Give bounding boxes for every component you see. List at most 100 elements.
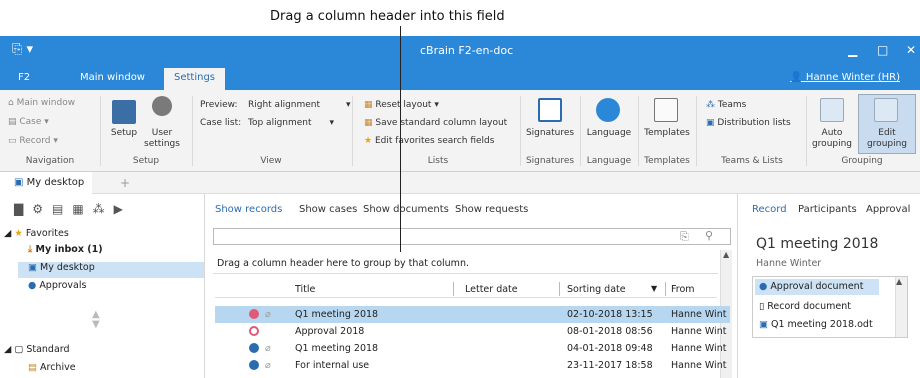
caselist-label: Case list: xyxy=(200,118,242,128)
quick-access-toolbar[interactable]: ⎘ ▾ xyxy=(12,42,33,57)
nav-record[interactable]: ▭ Record ▾ xyxy=(8,136,58,146)
annotation-callout: Drag a column header into this field xyxy=(0,0,920,36)
preview-select[interactable]: Right alignment ▾ xyxy=(248,100,351,110)
row-sorting-date: 23-11-2017 18:58 xyxy=(567,360,653,371)
tree-my-desktop[interactable]: ▣ My desktop xyxy=(18,262,204,278)
tab-show-requests[interactable]: Show requests xyxy=(455,204,528,215)
document-item-record[interactable]: ▯ Record document xyxy=(755,299,879,315)
check-circle-icon: ● xyxy=(28,280,40,291)
chevron-down-icon: ▾ xyxy=(346,100,351,110)
save-column-layout-button[interactable]: ▦ Save standard column layout xyxy=(364,118,507,128)
caselist-select[interactable]: Top alignment ▾ xyxy=(248,118,334,128)
row-title: For internal use xyxy=(295,360,370,371)
search-input[interactable] xyxy=(213,228,731,245)
attachment-icon: ⌀ xyxy=(265,360,271,371)
tree-favorites[interactable]: ◢ ★ Favorites xyxy=(4,228,69,244)
copy-icon[interactable]: ⎘ xyxy=(680,230,689,244)
tab-settings[interactable]: Settings xyxy=(164,68,226,90)
tab-show-documents[interactable]: Show documents xyxy=(363,204,449,215)
close-icon[interactable]: ✕ xyxy=(906,43,916,57)
column-header-title[interactable]: Title xyxy=(295,284,315,295)
edit-grouping-button[interactable]: Edit grouping xyxy=(860,128,914,150)
check-circle-icon: ● xyxy=(759,281,771,292)
desktop-icon: ▣ xyxy=(14,177,27,188)
row-sorting-date: 02-10-2018 13:15 xyxy=(567,309,653,320)
group-by-drop-zone[interactable]: Drag a column header here to group by th… xyxy=(213,252,718,274)
document-item-odt[interactable]: ▣ Q1 meeting 2018.odt xyxy=(755,317,879,333)
document-tab-bar: ▣ My desktop + xyxy=(0,172,920,194)
splitter-handle[interactable]: ▲ ▼ xyxy=(92,310,100,330)
globe-icon xyxy=(596,98,620,122)
tab-f2[interactable]: F2 xyxy=(18,72,30,83)
tab-participants[interactable]: Participants xyxy=(798,204,857,215)
tree-standard[interactable]: ◢ ▢ Standard xyxy=(4,344,70,360)
tab-record[interactable]: Record xyxy=(752,204,787,215)
edit-favorites-search-button[interactable]: ★ Edit favorites search fields xyxy=(364,136,494,146)
teams-button[interactable]: ⁂ Teams xyxy=(706,100,746,110)
record-detail-pane: Record Participants Approval Q1 meeting … xyxy=(737,194,920,378)
reset-layout-button[interactable]: ▦ Reset layout ▾ xyxy=(364,100,439,110)
language-button[interactable]: Language xyxy=(582,128,636,139)
tree-approvals[interactable]: ● Approvals xyxy=(28,280,86,296)
row-from: Hanne Wint xyxy=(671,309,727,320)
row-sorting-date: 04-01-2018 09:48 xyxy=(567,343,653,354)
left-navigation-pane: ▇⚙▤▦⁂▶ ◢ ★ Favorites ⤓ My inbox (1) ▣ My… xyxy=(0,194,205,378)
scrollbar[interactable]: ▲ xyxy=(895,277,907,337)
tab-my-desktop[interactable]: ▣ My desktop xyxy=(0,172,93,194)
record-owner: Hanne Winter xyxy=(756,258,822,269)
nav-toolbar-icons[interactable]: ▇⚙▤▦⁂▶ xyxy=(14,202,132,216)
tab-main-window[interactable]: Main window xyxy=(80,72,145,83)
signatures-button[interactable]: Signatures xyxy=(522,128,578,139)
document-item-approval[interactable]: ● Approval document xyxy=(755,279,879,295)
group-label-lists: Lists xyxy=(427,156,449,166)
ribbon-separator xyxy=(696,96,697,166)
case-icon: ▤ xyxy=(8,117,20,127)
setup-icon xyxy=(112,100,136,124)
tab-approval[interactable]: Approval xyxy=(866,204,910,215)
ribbon-separator xyxy=(352,96,353,166)
signature-icon xyxy=(538,98,562,122)
pending-status-icon xyxy=(249,326,259,336)
add-tab-button[interactable]: + xyxy=(120,176,130,190)
tab-show-cases[interactable]: Show cases xyxy=(299,204,357,215)
row-title: Approval 2018 xyxy=(295,326,365,337)
preview-label: Preview: xyxy=(200,100,238,110)
column-header-sorting-date[interactable]: Sorting date xyxy=(567,284,626,295)
folder-icon: ▢ xyxy=(14,344,27,355)
ribbon: ⌂ Main window ▤ Case ▾ ▭ Record ▾ Naviga… xyxy=(0,90,920,172)
auto-grouping-button[interactable]: Auto grouping xyxy=(808,128,856,150)
distribution-icon: ▣ xyxy=(706,118,718,128)
maximize-icon[interactable]: □ xyxy=(877,43,888,57)
scroll-up-icon[interactable]: ▲ xyxy=(723,250,729,259)
ribbon-tabs: F2 Main window Settings 👤 Hanne Winter (… xyxy=(0,66,920,90)
distribution-lists-button[interactable]: ▣ Distribution lists xyxy=(706,118,791,128)
app-title: cBrain F2-en-doc xyxy=(420,44,514,57)
table-row[interactable]: Approval 2018 08-01-2018 08:56 Hanne Win… xyxy=(215,323,730,340)
minimize-icon[interactable]: ▁ xyxy=(848,43,857,57)
row-title: Q1 meeting 2018 xyxy=(295,343,379,354)
nav-case[interactable]: ▤ Case ▾ xyxy=(8,117,49,127)
auto-grouping-icon xyxy=(820,98,844,122)
record-documents-list: ● Approval document ▯ Record document ▣ … xyxy=(752,276,908,338)
table-row[interactable]: ⌀ Q1 meeting 2018 02-10-2018 13:15 Hanne… xyxy=(215,306,730,323)
column-header-from[interactable]: From xyxy=(671,284,695,295)
table-row[interactable]: ⌀ For internal use 23-11-2017 18:58 Hann… xyxy=(215,357,730,374)
templates-button[interactable]: Templates xyxy=(640,128,694,139)
check-circle-icon xyxy=(249,360,259,370)
search-icon[interactable]: ⚲ xyxy=(705,229,713,242)
tree-archive[interactable]: ▤ Archive xyxy=(28,362,76,378)
user-link[interactable]: 👤 Hanne Winter (HR) xyxy=(790,72,900,83)
ribbon-separator xyxy=(100,96,101,166)
tree-my-inbox[interactable]: ⤓ My inbox (1) xyxy=(28,244,103,260)
user-settings-button[interactable]: User settings xyxy=(140,128,184,150)
nav-main-window[interactable]: ⌂ Main window xyxy=(8,98,75,108)
tab-show-records[interactable]: Show records xyxy=(215,204,282,215)
table-row[interactable]: ⌀ Q1 meeting 2018 04-01-2018 09:48 Hanne… xyxy=(215,340,730,357)
column-header-letter-date[interactable]: Letter date xyxy=(465,284,518,295)
inbox-icon: ⤓ xyxy=(28,244,36,255)
setup-button[interactable]: Setup xyxy=(104,128,144,139)
star-icon: ★ xyxy=(14,228,26,239)
attachment-icon: ⌀ xyxy=(265,309,271,320)
approved-status-icon xyxy=(249,309,259,319)
layout-icon: ▦ xyxy=(364,118,376,128)
